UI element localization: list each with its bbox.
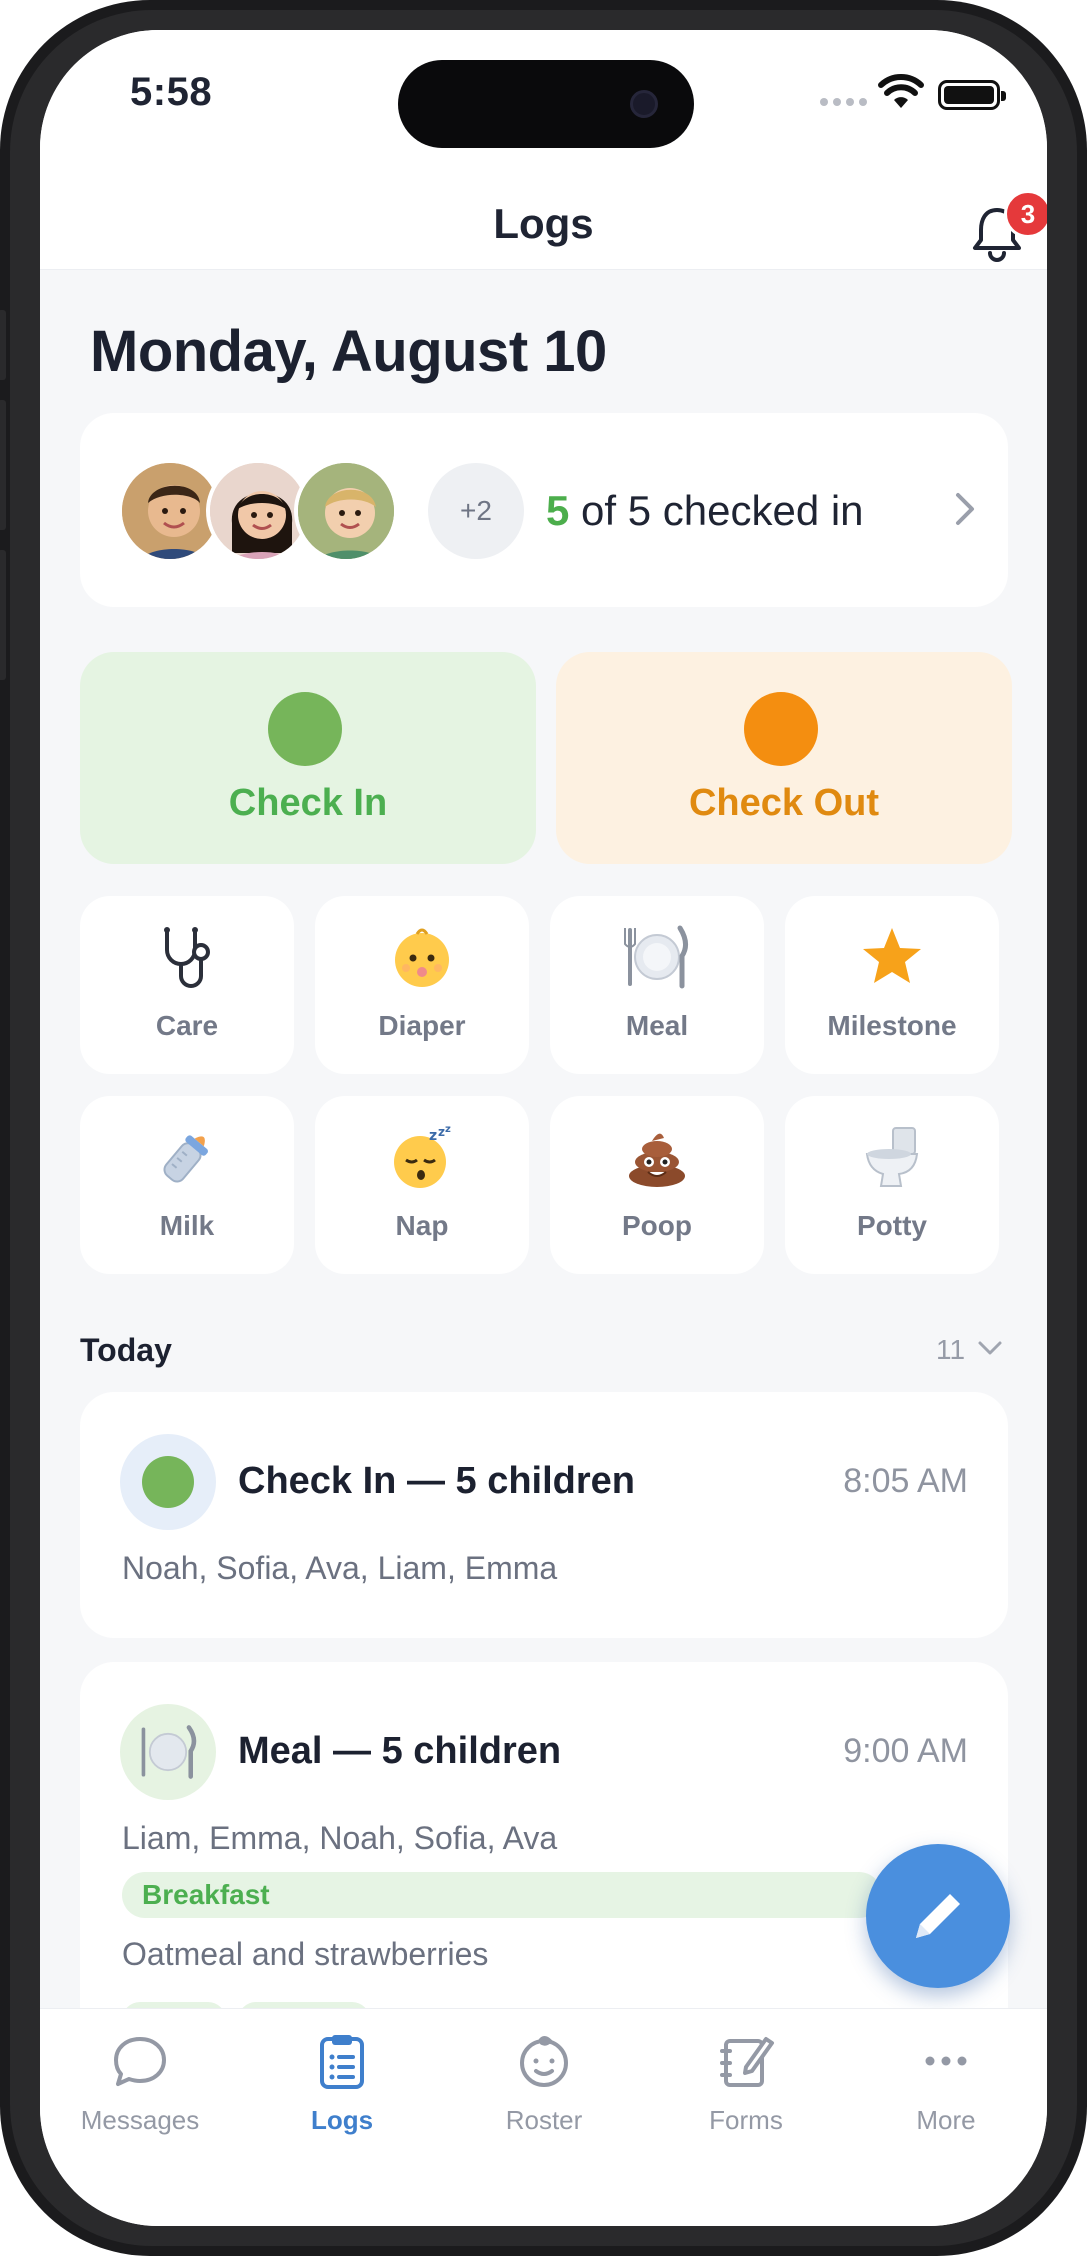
log-type-label: Diaper: [378, 1010, 466, 1041]
battery-icon: [938, 80, 1006, 110]
log-type-label: Milestone: [827, 1010, 957, 1041]
green-dot-icon: [268, 692, 342, 766]
log-children-names: Noah, Sofia, Ava, Liam, Emma: [122, 1550, 558, 1586]
today-section-title: Today: [80, 1332, 172, 1368]
log-type-label: Poop: [622, 1210, 692, 1241]
side-button: [0, 550, 6, 680]
clipboard-icon: [242, 2031, 442, 2095]
plate-cutlery-icon: [550, 924, 764, 994]
tab-label: Roster: [505, 2105, 583, 2135]
page-title: Logs: [493, 200, 594, 247]
log-children-names: Liam, Emma, Noah, Sofia, Ava: [122, 1820, 558, 1856]
tab-label: Messages: [80, 2105, 200, 2135]
log-type-label: Meal: [625, 1010, 689, 1041]
log-type-care[interactable]: Care: [80, 896, 294, 1074]
sleeping-face-icon: z z z: [315, 1124, 529, 1194]
dynamic-island: [398, 60, 694, 148]
status-time: 5:58: [130, 70, 213, 114]
svg-text:z: z: [438, 1125, 445, 1139]
tab-label: Logs: [310, 2105, 374, 2135]
log-type-label: Potty: [857, 1210, 927, 1241]
log-type-label: Milk: [159, 1210, 215, 1241]
tab-roster[interactable]: Roster: [444, 2009, 644, 2169]
log-title: Check In — 5 children: [238, 1460, 635, 1502]
status-bar: 5:58: [40, 30, 1047, 160]
check-out-label: Check Out: [688, 782, 880, 824]
phone-frame: 5:58 Logs 3 Monday, August 10 +2 5 of 5 …: [0, 0, 1087, 2256]
ellipsis-icon: [846, 2031, 1046, 2095]
check-out-button[interactable]: Check Out: [556, 652, 1012, 864]
log-type-nap[interactable]: z z z Nap: [315, 1096, 529, 1274]
avatar: [294, 459, 398, 563]
log-type-poop[interactable]: Poop: [550, 1096, 764, 1274]
checked-in-count: 5: [546, 487, 570, 534]
tab-label: Forms: [709, 2105, 783, 2135]
tab-logs[interactable]: Logs: [242, 2009, 442, 2169]
log-type-milk[interactable]: Milk: [80, 1096, 294, 1274]
chevron-down-icon[interactable]: [976, 1338, 1004, 1358]
checked-in-text: 5 of 5 checked in: [546, 487, 864, 535]
log-type-diaper[interactable]: Diaper: [315, 896, 529, 1074]
svg-text:z: z: [445, 1124, 451, 1135]
bottom-tab-bar: Messages Logs Roster Forms More: [40, 2008, 1047, 2226]
date-heading: Monday, August 10: [90, 319, 607, 384]
camera-icon: [630, 90, 658, 118]
side-button: [0, 400, 6, 530]
tab-messages[interactable]: Messages: [40, 2009, 240, 2169]
new-log-button[interactable]: [866, 1844, 1010, 1988]
baby-bottle-icon: [80, 1124, 294, 1194]
meal-log-icon: [120, 1704, 216, 1800]
log-type-label: Care: [155, 1010, 219, 1041]
child-face-icon: [444, 2031, 644, 2095]
baby-icon: [315, 924, 529, 994]
chevron-right-icon: [956, 493, 974, 525]
log-type-label: Nap: [395, 1210, 449, 1241]
log-title: Meal — 5 children: [238, 1730, 562, 1772]
pencil-icon: [916, 1894, 960, 1938]
cellular-signal-icon: [820, 98, 867, 106]
chat-bubble-icon: [40, 2031, 240, 2095]
nav-bar: Logs 3: [40, 160, 1047, 270]
svg-text:z: z: [429, 1128, 437, 1144]
log-type-potty[interactable]: Potty: [785, 1096, 999, 1274]
check-in-button[interactable]: Check In: [80, 652, 536, 864]
side-button: [0, 310, 6, 380]
tab-more[interactable]: More: [846, 2009, 1046, 2169]
check-in-label: Check In: [228, 782, 388, 824]
log-time: 9:00 AM: [843, 1732, 968, 1770]
tab-forms[interactable]: Forms: [646, 2009, 846, 2169]
stethoscope-icon: [80, 924, 294, 994]
log-entry-card[interactable]: Check In — 5 children 8:05 AM Noah, Sofi…: [80, 1392, 1008, 1638]
tab-label: More: [916, 2105, 976, 2135]
more-children-avatar: +2: [428, 463, 524, 559]
app-screen: 5:58 Logs 3 Monday, August 10 +2 5 of 5 …: [40, 30, 1047, 2226]
check-in-log-icon: [120, 1434, 216, 1530]
star-icon: [785, 924, 999, 994]
wifi-icon: [878, 74, 924, 108]
log-time: 8:05 AM: [843, 1462, 968, 1500]
notebook-pencil-icon: [646, 2031, 846, 2095]
checked-in-label: of 5 checked in: [569, 487, 864, 534]
orange-dot-icon: [744, 692, 818, 766]
today-count[interactable]: 11: [936, 1334, 965, 1366]
toilet-icon: [785, 1124, 999, 1194]
meal-note: Oatmeal and strawberries: [122, 1936, 489, 1972]
notification-badge: 3: [1004, 190, 1047, 238]
checked-in-summary-card[interactable]: +2 5 of 5 checked in: [80, 413, 1008, 607]
log-type-meal[interactable]: Meal: [550, 896, 764, 1074]
meal-tag: Breakfast: [122, 1872, 882, 1918]
log-type-milestone[interactable]: Milestone: [785, 896, 999, 1074]
poop-icon: [550, 1124, 764, 1194]
